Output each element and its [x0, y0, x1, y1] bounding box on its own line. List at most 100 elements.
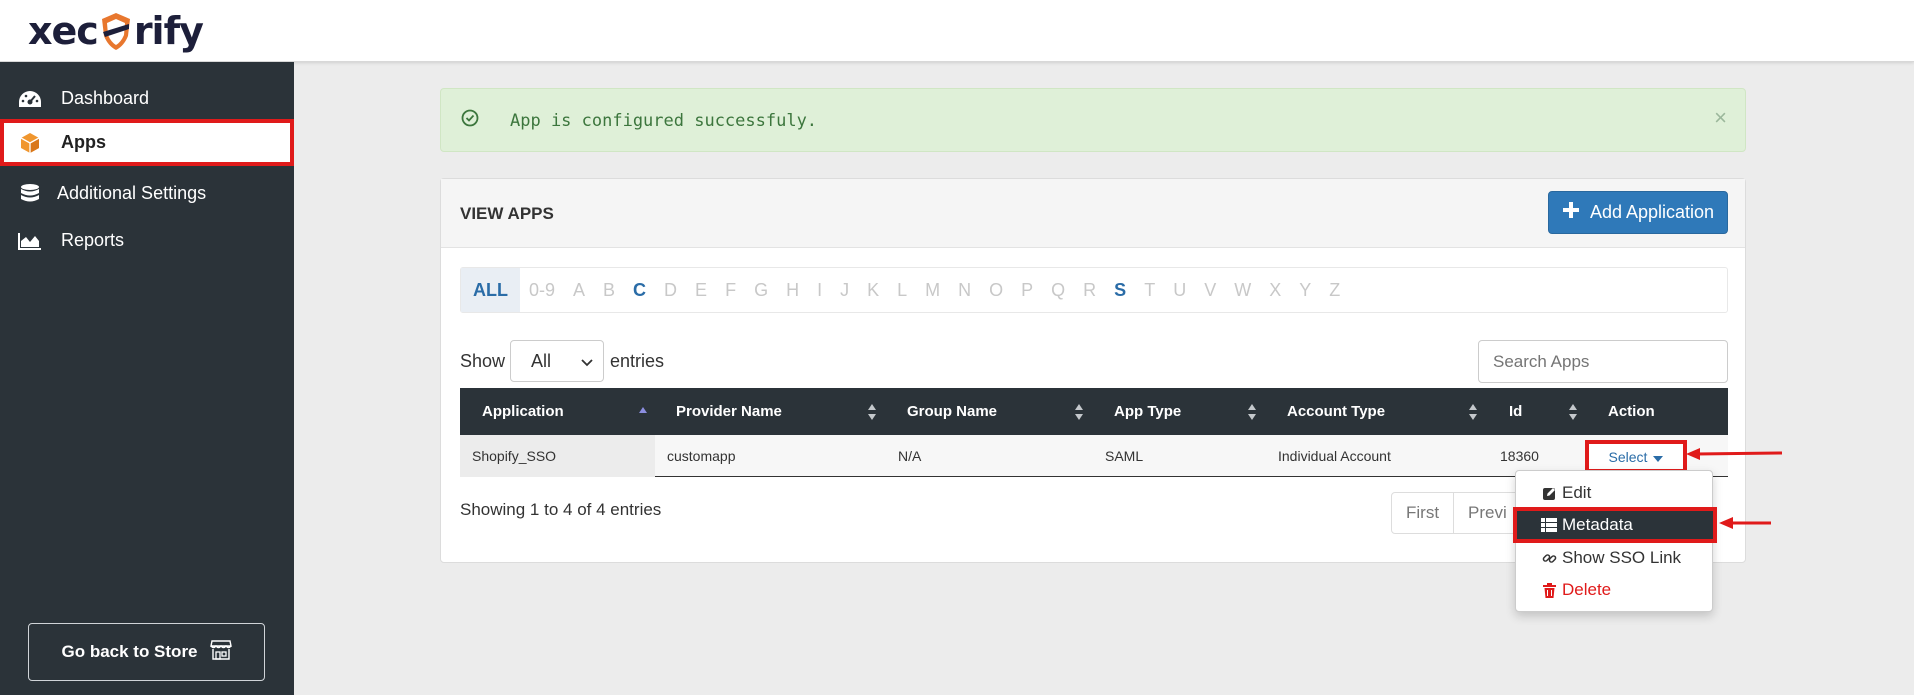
entries-select[interactable]: All: [510, 340, 605, 382]
close-icon[interactable]: ×: [1714, 105, 1727, 131]
filter-u[interactable]: U: [1164, 280, 1195, 301]
filter-k[interactable]: K: [858, 280, 888, 301]
filter-j[interactable]: J: [831, 280, 858, 301]
filter-d[interactable]: D: [655, 280, 686, 301]
menu-item-label: Delete: [1562, 580, 1612, 599]
sidebar-item-dashboard[interactable]: Dashboard: [0, 75, 294, 122]
sort-icon: [1074, 403, 1084, 425]
filter-n[interactable]: N: [949, 280, 980, 301]
store-icon: [209, 639, 232, 665]
filter-w[interactable]: W: [1225, 280, 1260, 301]
filter-q[interactable]: Q: [1042, 280, 1074, 301]
edit-icon: [1541, 485, 1557, 501]
col-label: Action: [1608, 403, 1655, 420]
entries-select-value: All: [531, 350, 552, 371]
filter-m[interactable]: M: [916, 280, 949, 301]
filter-y[interactable]: Y: [1290, 280, 1320, 301]
cube-icon: [17, 132, 43, 154]
col-id[interactable]: Id: [1509, 388, 1522, 435]
filter-o[interactable]: O: [980, 280, 1012, 301]
filter-0-9[interactable]: 0-9: [520, 280, 564, 301]
go-back-to-store-button[interactable]: Go back to Store: [28, 623, 265, 681]
page-first[interactable]: First: [1392, 493, 1455, 533]
filter-c[interactable]: C: [624, 280, 655, 301]
filter-g[interactable]: G: [745, 280, 777, 301]
filter-i[interactable]: I: [808, 280, 831, 301]
col-account-type[interactable]: Account Type: [1287, 388, 1385, 435]
add-application-label: Add Application: [1589, 202, 1715, 222]
cell-account-type: Individual Account: [1278, 448, 1391, 464]
filter-r[interactable]: R: [1074, 280, 1105, 301]
menu-item-show-sso-link[interactable]: Show SSO Link: [1516, 543, 1714, 573]
cell-app-type: SAML: [1105, 448, 1144, 464]
col-group-name[interactable]: Group Name: [907, 388, 997, 435]
sidebar-item-label: Additional Settings: [57, 183, 207, 203]
sort-icon: [867, 403, 877, 425]
filter-z[interactable]: Z: [1320, 280, 1349, 301]
menu-item-metadata[interactable]: Metadata: [1513, 507, 1717, 543]
sidebar-item-label: Apps: [61, 132, 106, 152]
select-action-button[interactable]: Select: [1585, 440, 1687, 473]
database-icon: [17, 183, 43, 205]
filter-all[interactable]: ALL: [461, 268, 520, 312]
logo-text-right: rify: [133, 9, 204, 53]
link-icon: [1541, 550, 1557, 566]
chevron-down-icon: [581, 351, 593, 372]
col-label: Id: [1509, 403, 1523, 420]
col-action: Action: [1608, 388, 1655, 435]
sort-icon: [1247, 403, 1257, 425]
sidebar-item-additional-settings[interactable]: Additional Settings: [0, 170, 294, 217]
action-dropdown-menu: Edit Metadata Show SSO Link Delete: [1513, 470, 1717, 612]
add-application-button[interactable]: Add Application: [1548, 191, 1728, 234]
filter-f[interactable]: F: [716, 280, 745, 301]
col-label: Application: [482, 403, 564, 420]
list-icon: [1541, 517, 1557, 533]
pagination: First Previ: [1391, 492, 1523, 534]
sidebar-item-label: Dashboard: [61, 88, 150, 108]
area-chart-icon: [17, 230, 43, 252]
filter-b[interactable]: B: [594, 280, 624, 301]
shield-logo-icon: [99, 10, 133, 52]
arrow-annotation-metadata: [1719, 517, 1771, 529]
sort-icon: [1568, 403, 1578, 425]
logo[interactable]: xec rify: [28, 6, 204, 56]
show-entries: Show All entries: [460, 340, 664, 382]
table-header: Application Provider Name Group Name App…: [460, 388, 1728, 435]
col-label: Group Name: [907, 403, 998, 420]
alert-message: App is configured successfuly.: [510, 111, 818, 131]
menu-item-label: Show SSO Link: [1562, 548, 1682, 567]
filter-t[interactable]: T: [1135, 280, 1164, 301]
col-application[interactable]: Application: [482, 388, 564, 435]
sidebar-item-label: Reports: [61, 230, 125, 250]
sidebar-item-apps[interactable]: Apps: [0, 119, 294, 166]
panel-title: VIEW APPS: [460, 204, 554, 223]
filter-h[interactable]: H: [777, 280, 808, 301]
show-label: Show: [460, 350, 506, 371]
menu-item-edit[interactable]: Edit: [1516, 478, 1714, 508]
arrow-annotation-select: [1686, 448, 1782, 460]
sidebar-item-reports[interactable]: Reports: [0, 217, 294, 264]
logo-text-left: xec: [28, 9, 99, 53]
entries-label: entries: [610, 350, 665, 371]
menu-item-delete[interactable]: Delete: [1516, 575, 1714, 605]
filter-s[interactable]: S: [1105, 280, 1135, 301]
col-provider-name[interactable]: Provider Name: [676, 388, 782, 435]
sort-icon: [1468, 403, 1478, 425]
filter-p[interactable]: P: [1012, 280, 1042, 301]
top-bar: xec rify: [0, 0, 1914, 62]
col-app-type[interactable]: App Type: [1114, 388, 1181, 435]
caret-down-icon: [1653, 449, 1664, 465]
filter-l[interactable]: L: [888, 280, 916, 301]
store-button-label: Go back to Store: [61, 642, 198, 661]
filter-a[interactable]: A: [564, 280, 594, 301]
search-input[interactable]: [1478, 340, 1728, 383]
filter-e[interactable]: E: [686, 280, 716, 301]
col-label: Account Type: [1287, 403, 1386, 420]
filter-v[interactable]: V: [1195, 280, 1225, 301]
col-label: App Type: [1114, 403, 1182, 420]
menu-item-label: Metadata: [1562, 515, 1633, 534]
check-circle-icon: [461, 109, 479, 132]
cell-group: N/A: [898, 448, 922, 464]
page-previous[interactable]: Previ: [1454, 493, 1522, 533]
filter-x[interactable]: X: [1260, 280, 1290, 301]
